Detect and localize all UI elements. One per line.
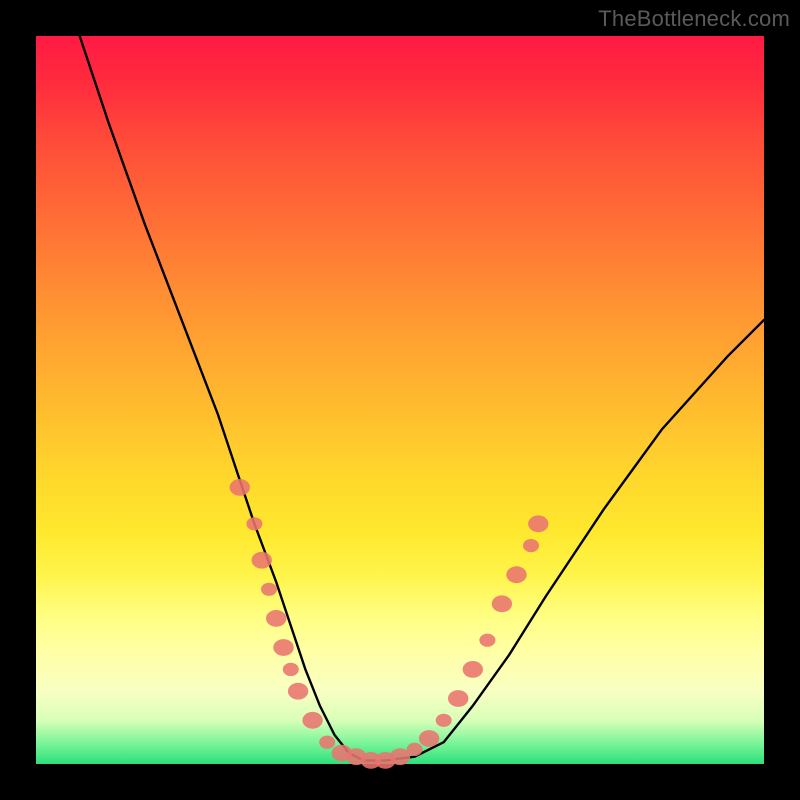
- data-marker: [266, 610, 286, 627]
- data-marker: [492, 595, 512, 612]
- data-marker: [436, 714, 452, 727]
- marker-group: [230, 479, 549, 769]
- data-marker: [288, 683, 308, 700]
- chart-svg: [36, 36, 764, 764]
- data-marker: [302, 712, 322, 729]
- data-marker: [528, 515, 548, 532]
- data-marker: [319, 736, 335, 749]
- data-marker: [506, 566, 526, 583]
- data-marker: [419, 730, 439, 747]
- data-marker: [230, 479, 250, 496]
- data-marker: [463, 661, 483, 678]
- data-marker: [273, 639, 293, 656]
- data-marker: [523, 539, 539, 552]
- data-marker: [407, 743, 423, 756]
- data-marker: [479, 634, 495, 647]
- data-marker: [283, 663, 299, 676]
- watermark-text: TheBottleneck.com: [598, 6, 790, 32]
- bottleneck-curve: [80, 36, 764, 760]
- chart-frame: TheBottleneck.com: [0, 0, 800, 800]
- data-marker: [261, 583, 277, 596]
- data-marker: [252, 552, 272, 569]
- plot-area: [36, 36, 764, 764]
- data-marker: [246, 517, 262, 530]
- data-marker: [448, 690, 468, 707]
